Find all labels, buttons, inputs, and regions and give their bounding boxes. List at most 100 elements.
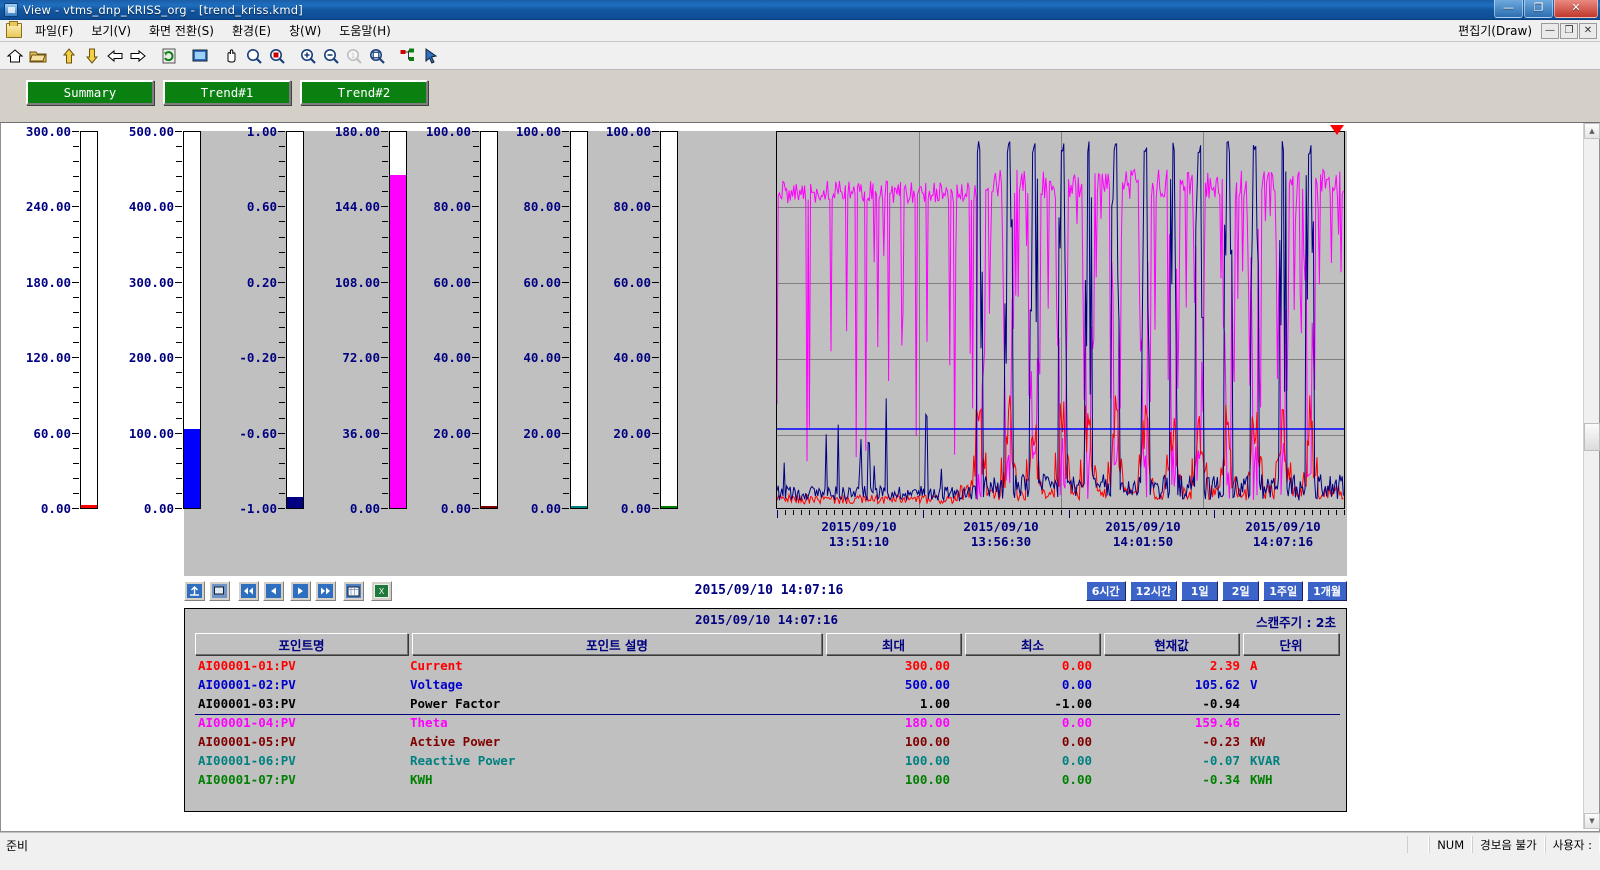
time-label-1: 2015/09/10 13:51:10 bbox=[821, 519, 897, 549]
gauge-tick-label: 60.00 bbox=[401, 275, 478, 290]
excel-export-icon[interactable]: X bbox=[371, 581, 392, 601]
menu-item-window[interactable]: 창(W) bbox=[280, 19, 330, 42]
range-1day-button[interactable]: 1일 bbox=[1181, 581, 1219, 601]
tab-trend1[interactable]: Trend#1 bbox=[163, 80, 291, 105]
table-row[interactable]: AI00001-04:PV Theta 180.00 0.00 159.46 bbox=[195, 715, 1340, 734]
gauge-scale-labels: 500.00 400.00 300.00 200.00 100.00 0.00 bbox=[104, 124, 181, 523]
menu-item-file[interactable]: 파일(F) bbox=[26, 19, 82, 42]
gauge-tick-label: 240.00 bbox=[1, 199, 78, 214]
restore-button[interactable]: ❐ bbox=[1524, 0, 1553, 18]
minimize-button[interactable]: — bbox=[1494, 0, 1523, 18]
pan-hand-icon[interactable] bbox=[220, 45, 242, 67]
range-1month-button[interactable]: 1개월 bbox=[1307, 581, 1347, 601]
rewind-icon[interactable] bbox=[263, 581, 284, 601]
menu-item-view[interactable]: 보기(V) bbox=[82, 19, 140, 42]
vertical-scrollbar[interactable]: ▲ ▼ bbox=[1583, 123, 1600, 829]
zoom-out-icon[interactable] bbox=[320, 45, 342, 67]
column-header-min[interactable]: 최소 bbox=[965, 633, 1100, 655]
calendar-icon[interactable] bbox=[343, 581, 364, 601]
table-row[interactable]: AI00001-02:PV Voltage 500.00 0.00 105.62 V bbox=[195, 677, 1340, 696]
menu-item-environment[interactable]: 환경(E) bbox=[223, 19, 280, 42]
table-row[interactable]: AI00001-01:PV Current 300.00 0.00 2.39 A bbox=[195, 658, 1340, 677]
time-axis bbox=[776, 510, 1345, 518]
zoom-fit-icon[interactable] bbox=[366, 45, 388, 67]
chart-plot-area[interactable] bbox=[776, 131, 1345, 509]
menu-item-help[interactable]: 도움말(H) bbox=[330, 19, 400, 42]
forward-arrow-icon[interactable] bbox=[127, 45, 149, 67]
gauge-scale-labels: 100.00 80.00 60.00 40.00 20.00 0.00 bbox=[401, 124, 478, 523]
zoom-region-icon[interactable] bbox=[266, 45, 288, 67]
fit-screen-icon[interactable] bbox=[189, 45, 211, 67]
gauge-tick-label: -0.20 bbox=[207, 350, 284, 365]
mdi-close-button[interactable]: ✕ bbox=[1579, 22, 1597, 39]
column-header-current[interactable]: 현재값 bbox=[1104, 633, 1239, 655]
scroll-down-arrow-icon[interactable]: ▼ bbox=[1584, 813, 1600, 829]
range-6h-button[interactable]: 6시간 bbox=[1085, 581, 1126, 601]
cell-point-desc: Reactive Power bbox=[410, 753, 516, 768]
status-bar: 준비 NUM 경보음 불가 사용자 : bbox=[0, 832, 1600, 870]
range-2day-button[interactable]: 2일 bbox=[1222, 581, 1260, 601]
mdi-client-area: 300.00 240.00 180.00 120.00 60.00 0.00 500.00 4… bbox=[0, 122, 1600, 832]
zoom-reset-icon[interactable]: 1 bbox=[343, 45, 365, 67]
time-tick bbox=[890, 510, 892, 515]
gauge-power-factor: 1.00 0.60 0.20 -0.20 -0.60 -1.00 bbox=[207, 124, 327, 523]
home-icon[interactable] bbox=[4, 45, 26, 67]
cursor-marker-icon[interactable] bbox=[1330, 125, 1344, 135]
column-header-point-desc[interactable]: 포인트 설명 bbox=[412, 633, 822, 655]
time-tick bbox=[1279, 510, 1281, 515]
tab-trend2[interactable]: Trend#2 bbox=[300, 80, 428, 105]
tab-summary[interactable]: Summary bbox=[26, 80, 154, 105]
table-row[interactable]: AI00001-07:PV KWH 100.00 0.00 -0.34 KWH bbox=[195, 772, 1340, 791]
time-tick bbox=[801, 510, 803, 515]
time-range-buttons: 6시간 12시간 1일 2일 1주일 1개월 bbox=[1085, 581, 1347, 601]
pointer-icon[interactable] bbox=[420, 45, 442, 67]
table-row[interactable]: AI00001-05:PV Active Power 100.00 0.00 -0.23… bbox=[195, 734, 1340, 753]
time-tick bbox=[1011, 510, 1013, 515]
time-tick bbox=[1198, 510, 1200, 515]
trend-chart[interactable]: 2015/09/10 13:51:10 2015/09/10 13:56:30 20… bbox=[776, 125, 1345, 549]
time-tick bbox=[1133, 510, 1135, 515]
app-icon bbox=[4, 2, 18, 17]
close-button[interactable]: ✕ bbox=[1554, 0, 1598, 18]
rewind-fast-icon[interactable] bbox=[238, 581, 259, 601]
time-tick bbox=[1254, 510, 1256, 515]
scrollbar-thumb[interactable] bbox=[1584, 423, 1600, 451]
time-label-4: 2015/09/10 14:07:16 bbox=[1245, 519, 1321, 549]
gauge-tick-marks bbox=[653, 131, 660, 509]
gauge-tick-label: 120.00 bbox=[1, 350, 78, 365]
gauge-tick-marks bbox=[73, 131, 80, 509]
column-header-unit[interactable]: 단위 bbox=[1243, 633, 1339, 655]
cell-point-name: AI00001-07:PV bbox=[198, 772, 296, 787]
scroll-up-arrow-icon[interactable]: ▲ bbox=[1584, 123, 1600, 139]
mdi-minimize-button[interactable]: — bbox=[1541, 22, 1559, 39]
window-icon[interactable] bbox=[209, 581, 230, 601]
cell-point-desc: Voltage bbox=[410, 677, 463, 692]
range-1week-button[interactable]: 1주일 bbox=[1263, 581, 1304, 601]
forward-fast-icon[interactable] bbox=[315, 581, 336, 601]
range-12h-button[interactable]: 12시간 bbox=[1129, 581, 1178, 601]
status-alarm-indicator: 경보음 불가 bbox=[1472, 836, 1545, 853]
document-icon bbox=[6, 21, 22, 38]
open-folder-icon[interactable] bbox=[27, 45, 49, 67]
time-tick bbox=[1319, 510, 1321, 515]
status-right-group: NUM 경보음 불가 사용자 : bbox=[1407, 833, 1600, 853]
network-icon[interactable] bbox=[397, 45, 419, 67]
time-tick bbox=[1157, 510, 1159, 515]
forward-icon[interactable] bbox=[290, 581, 311, 601]
table-row[interactable]: AI00001-03:PV Power Factor 1.00 -1.00 -0.94 bbox=[195, 696, 1340, 715]
cell-max: 100.00 bbox=[904, 734, 950, 749]
column-header-point-name[interactable]: 포인트명 bbox=[195, 633, 408, 655]
back-arrow-icon[interactable] bbox=[104, 45, 126, 67]
zoom-window-icon[interactable] bbox=[243, 45, 265, 67]
menu-item-screen-switch[interactable]: 화면 전환(S) bbox=[140, 19, 223, 42]
goto-first-icon[interactable] bbox=[184, 581, 205, 601]
gauge-tick-marks bbox=[382, 131, 389, 509]
zoom-in-icon[interactable] bbox=[297, 45, 319, 67]
down-arrow-icon[interactable] bbox=[81, 45, 103, 67]
up-arrow-icon[interactable] bbox=[58, 45, 80, 67]
table-row[interactable]: AI00001-06:PV Reactive Power 100.00 0.00 -0.… bbox=[195, 753, 1340, 772]
mdi-restore-button[interactable]: ❐ bbox=[1560, 22, 1578, 39]
refresh-icon[interactable] bbox=[158, 45, 180, 67]
column-header-max[interactable]: 최대 bbox=[826, 633, 961, 655]
cell-current: -0.07 bbox=[1202, 753, 1240, 768]
